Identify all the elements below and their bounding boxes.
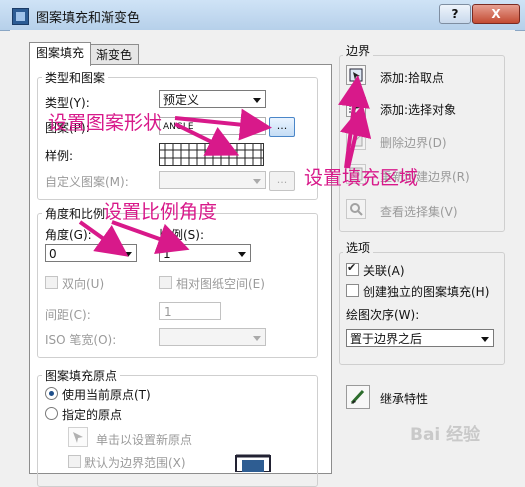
annotation-fill-area: 设置填充区域 <box>304 167 419 189</box>
angle-label: 角度(G): <box>45 228 92 242</box>
brush-icon <box>350 389 365 405</box>
add-select-objects-label: 添加:选择对象 <box>380 103 457 117</box>
angle-pattern-preview <box>160 144 263 165</box>
draw-order-value: 置于边界之后 <box>350 332 423 346</box>
chevron-down-icon <box>238 252 246 257</box>
spacing-input[interactable]: 1 <box>159 302 221 320</box>
angle-select-value: 0 <box>49 247 57 261</box>
default-extent-checkbox[interactable] <box>68 455 81 468</box>
window-title: 图案填充和渐变色 <box>36 11 141 26</box>
title-bar: 图案填充和渐变色 ? X <box>0 0 525 31</box>
custom-pattern-browse-button[interactable]: ... <box>269 171 295 191</box>
relative-paper-checkbox[interactable] <box>159 276 172 289</box>
annotation-scale-angle: 设置比例角度 <box>103 201 218 223</box>
type-select[interactable]: 预定义 <box>159 90 266 108</box>
help-button[interactable]: ? <box>439 4 471 24</box>
inherit-properties-label: 继承特性 <box>380 392 429 406</box>
click-set-origin-label: 单击以设置新原点 <box>96 433 193 447</box>
chevron-down-icon <box>253 98 261 103</box>
angle-scale-legend: 角度和比例 <box>42 205 109 222</box>
tab-gradient[interactable]: 渐变色 <box>89 44 140 65</box>
custom-pattern-label: 自定义图案(M): <box>45 175 129 189</box>
iso-pen-width-label: ISO 笔宽(O): <box>45 333 117 347</box>
spacing-label: 间距(C): <box>45 308 91 322</box>
baidu-watermark: Bai 经验 <box>410 425 481 445</box>
chevron-down-icon <box>481 337 489 342</box>
specified-origin-radio[interactable] <box>45 407 58 420</box>
use-current-origin-radio[interactable] <box>45 387 58 400</box>
chevron-down-icon <box>253 336 261 341</box>
add-pick-points-label: 添加:拾取点 <box>380 71 445 85</box>
pattern-select-value: ANGLE <box>163 122 194 132</box>
scale-label: 比例(S): <box>159 228 205 242</box>
close-button[interactable]: X <box>472 4 520 24</box>
double-label: 双向(U) <box>62 277 105 291</box>
specified-origin-label: 指定的原点 <box>62 408 123 422</box>
chevron-down-icon <box>253 179 261 184</box>
click-set-origin-button[interactable] <box>68 427 88 447</box>
associative-checkbox[interactable] <box>346 261 359 276</box>
draw-order-label: 绘图次序(W): <box>346 308 420 322</box>
boundary-legend: 边界 <box>343 42 374 59</box>
angle-select[interactable]: 0 <box>45 244 137 262</box>
associative-label: 关联(A) <box>363 264 405 278</box>
remove-boundary-icon <box>349 133 363 147</box>
iso-pen-width-select[interactable] <box>159 328 266 346</box>
select-objects-icon <box>349 100 363 114</box>
type-select-value: 预定义 <box>163 93 200 107</box>
pattern-swatch[interactable] <box>159 143 264 166</box>
spacing-input-value: 1 <box>164 305 172 319</box>
view-selection-label: 查看选择集(V) <box>380 205 458 219</box>
chevron-down-icon <box>124 252 132 257</box>
pick-points-icon <box>349 68 363 82</box>
origin-preview-icon <box>235 454 271 472</box>
add-pick-points-button[interactable] <box>346 65 366 85</box>
default-extent-label: 默认为边界范围(X) <box>84 456 186 470</box>
scale-select-value: 1 <box>163 247 171 261</box>
origin-legend: 图案填充原点 <box>42 367 121 384</box>
custom-pattern-select[interactable] <box>159 171 266 189</box>
double-checkbox[interactable] <box>45 276 58 289</box>
annotation-pattern-shape: 设置图案形状 <box>48 112 163 134</box>
inherit-properties-button[interactable] <box>346 385 370 409</box>
swatch-label: 样例: <box>45 149 74 163</box>
chevron-down-icon <box>253 125 261 130</box>
pattern-browse-button[interactable]: ... <box>269 117 295 137</box>
pattern-select[interactable]: ANGLE <box>159 117 266 135</box>
view-selection-button[interactable] <box>346 199 366 219</box>
separate-hatch-label: 创建独立的图案填充(H) <box>363 285 490 299</box>
relative-paper-label: 相对图纸空间(E) <box>176 277 265 291</box>
tab-hatch[interactable]: 图案填充 <box>29 42 92 66</box>
remove-boundary-button[interactable] <box>346 130 366 150</box>
draw-order-select[interactable]: 置于边界之后 <box>346 329 494 347</box>
separate-hatch-checkbox[interactable] <box>346 284 359 297</box>
options-legend: 选项 <box>343 239 374 256</box>
magnifier-icon <box>350 203 363 216</box>
scale-select[interactable]: 1 <box>159 244 251 262</box>
type-pattern-legend: 类型和图案 <box>42 69 109 86</box>
remove-boundary-label: 删除边界(D) <box>380 136 447 150</box>
hatch-app-icon <box>12 8 29 25</box>
pick-origin-icon <box>73 432 83 443</box>
add-select-objects-button[interactable] <box>346 97 366 117</box>
use-current-origin-label: 使用当前原点(T) <box>62 388 151 402</box>
